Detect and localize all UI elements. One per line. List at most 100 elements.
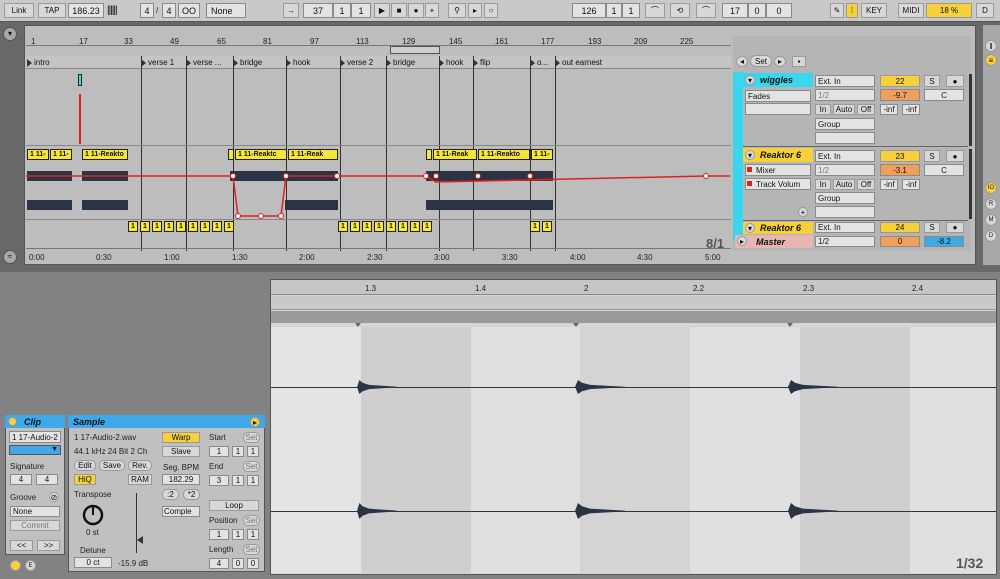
solo-button[interactable]: S — [924, 150, 940, 162]
clip-short[interactable]: 1 1 — [152, 221, 162, 232]
master-volume-field[interactable]: 0 — [880, 236, 920, 247]
clip-short[interactable]: 1 1 — [362, 221, 372, 232]
add-automation-lane-icon[interactable]: + — [798, 207, 808, 217]
ram-button[interactable]: RAM — [128, 474, 152, 485]
commit-button[interactable]: Commit — [10, 520, 60, 531]
length-bar[interactable]: 4 — [209, 558, 229, 569]
scroll-left-icon[interactable]: ◂ — [736, 56, 748, 67]
set-start-button[interactable]: Set — [243, 432, 260, 443]
clip-short[interactable]: 1 1 — [224, 221, 234, 232]
output-channel-select[interactable] — [815, 206, 875, 218]
start-beat[interactable]: 1 — [232, 446, 244, 457]
list-view-icon[interactable]: ≡ — [985, 54, 997, 66]
position-beat[interactable]: 1 — [232, 529, 244, 540]
set-length-button[interactable]: Set — [243, 544, 260, 555]
warp-marker-strip[interactable] — [271, 311, 996, 323]
clip-short[interactable]: 1 1 — [140, 221, 150, 232]
sample-show-icon[interactable]: ▸ — [250, 417, 260, 427]
monitor-auto-button[interactable]: Auto — [833, 179, 855, 190]
clip-name-field[interactable]: 1 17-Audio-2 — [9, 431, 61, 443]
master-channel-select[interactable]: 1/2 — [815, 236, 875, 247]
automation-param-select[interactable] — [745, 103, 811, 115]
clip-activator-icon[interactable] — [8, 417, 17, 426]
master-fold-icon[interactable]: ▸ — [737, 236, 747, 246]
automation-device-select[interactable]: Mixer — [745, 164, 811, 176]
save-button[interactable]: Save — [99, 460, 125, 471]
warp-mode-select[interactable]: Comple — [162, 506, 200, 517]
clip-short[interactable]: 1 1 — [530, 221, 540, 232]
set-end-button[interactable]: Set — [243, 461, 260, 472]
clip-short[interactable]: 1 1 — [212, 221, 222, 232]
monitor-in-button[interactable]: In — [815, 104, 831, 115]
track-activator-22[interactable]: 22 — [880, 75, 920, 87]
launch-toggle-icon[interactable] — [10, 560, 21, 571]
start-bar[interactable]: 1 — [209, 446, 229, 457]
warp-button[interactable]: Warp — [162, 432, 200, 443]
clip-short[interactable]: 1 1 — [374, 221, 384, 232]
key-map-button[interactable]: KEY — [861, 3, 887, 18]
clip-short[interactable]: 1 1 — [164, 221, 174, 232]
monitor-off-button[interactable]: Off — [857, 104, 875, 115]
end-bar[interactable]: 3 — [209, 475, 229, 486]
input-channel-select[interactable]: 1/2 — [815, 89, 875, 101]
set-position-button[interactable]: Set — [243, 515, 260, 526]
envelope-toggle-icon[interactable]: E — [25, 560, 36, 571]
arm-button-icon[interactable]: ● — [946, 222, 964, 233]
sample-ruler[interactable] — [271, 280, 996, 295]
arm-button-icon[interactable]: ● — [946, 75, 964, 87]
monitor-off-button[interactable]: Off — [857, 179, 875, 190]
midi-map-button[interactable]: MIDI — [898, 3, 924, 18]
nudge-back-button[interactable]: << — [10, 540, 33, 551]
halve-button[interactable]: :2 — [162, 489, 179, 500]
start-sixteenth[interactable]: 1 — [247, 446, 259, 457]
slave-button[interactable]: Slave — [162, 446, 200, 457]
monitor-in-button[interactable]: In — [815, 179, 831, 190]
set-button[interactable]: Set — [750, 55, 772, 67]
output-select[interactable]: Group — [815, 118, 875, 130]
browser-toggle-icon[interactable]: ‖ — [985, 40, 997, 52]
clip-short[interactable]: 1 1 — [422, 221, 432, 232]
delay-toggle-icon[interactable]: D — [985, 230, 997, 242]
track-activator-23[interactable]: 23 — [880, 150, 920, 162]
clip-short[interactable]: 1 1 — [398, 221, 408, 232]
length-beat[interactable]: 0 — [232, 558, 244, 569]
loop-button[interactable]: Loop — [209, 500, 259, 511]
transpose-knob[interactable] — [81, 503, 105, 527]
arm-button-icon[interactable]: ● — [946, 150, 964, 162]
computer-keyboard-icon[interactable]: ⁞ — [846, 3, 858, 18]
input-channel-select[interactable]: 1/2 — [815, 164, 875, 176]
pan-field[interactable]: C — [924, 164, 964, 176]
hiq-button[interactable]: HiQ — [74, 474, 96, 485]
clip-short[interactable]: 1 1 — [200, 221, 210, 232]
pan-field[interactable]: C — [924, 89, 964, 101]
automation-device-select[interactable]: Fades — [745, 90, 811, 102]
lock-icon[interactable]: ▪ — [792, 56, 806, 67]
end-sixteenth[interactable]: 1 — [247, 475, 259, 486]
track-activator-24[interactable]: 24 — [880, 222, 920, 233]
end-beat[interactable]: 1 — [232, 475, 244, 486]
detune-field[interactable]: 0 ct — [74, 557, 112, 568]
returns-toggle-icon[interactable]: R — [985, 198, 997, 210]
reverse-button[interactable]: Rev. — [128, 460, 152, 471]
clip-short[interactable]: 1 1 — [410, 221, 420, 232]
clip-short[interactable]: 1 1 — [128, 221, 138, 232]
edit-button[interactable]: Edit — [74, 460, 96, 471]
gain-slider-track[interactable] — [136, 493, 137, 553]
clip-short[interactable]: 1 1 — [542, 221, 552, 232]
clip-sig-num[interactable]: 4 — [10, 474, 32, 485]
automation-param-select[interactable]: Track Volum — [745, 178, 811, 190]
fold-icon[interactable]: ▾ — [745, 75, 755, 85]
groove-hot-swap-icon[interactable]: ⊘ — [49, 492, 59, 502]
clip-short[interactable]: 1 1 — [176, 221, 186, 232]
input-type-select[interactable]: Ext. In — [815, 222, 875, 233]
position-sixteenth[interactable]: 1 — [247, 529, 259, 540]
clip-short[interactable]: 1 1 — [386, 221, 396, 232]
monitor-auto-button[interactable]: Auto — [833, 104, 855, 115]
loop-length-sixteenth[interactable]: 0 — [766, 3, 792, 18]
clip-short[interactable]: 1 1 — [350, 221, 360, 232]
scroll-right-icon[interactable]: ▸ — [774, 56, 786, 67]
groove-select[interactable]: None — [10, 506, 60, 517]
clip-short[interactable]: 1 1 — [338, 221, 348, 232]
clip-sig-den[interactable]: 4 — [36, 474, 58, 485]
volume-field[interactable]: -9.7 — [880, 89, 920, 101]
